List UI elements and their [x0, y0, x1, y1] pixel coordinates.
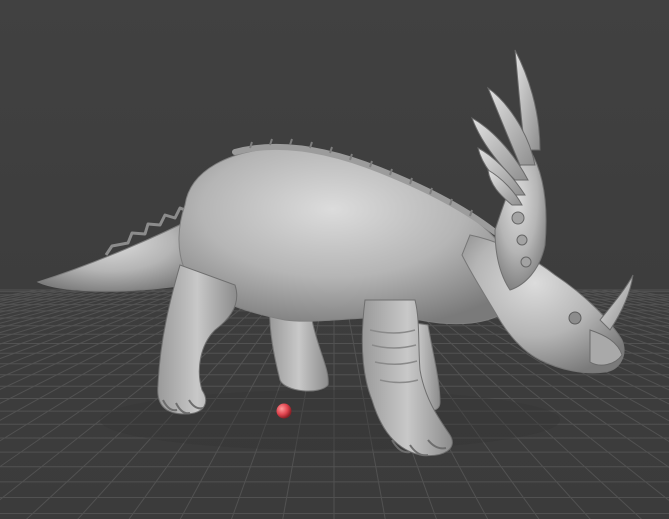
grid-line-v [0, 289, 97, 313]
red-sphere-marker[interactable] [276, 403, 292, 419]
grid-line-v [621, 289, 669, 300]
viewport-canvas[interactable] [0, 0, 669, 519]
eye [568, 311, 582, 325]
grid-line-v [630, 289, 669, 298]
grid-line-v [0, 289, 67, 305]
grid-line-v [0, 289, 137, 329]
3d-viewport[interactable] [0, 0, 669, 519]
grid-line-v [0, 289, 47, 300]
